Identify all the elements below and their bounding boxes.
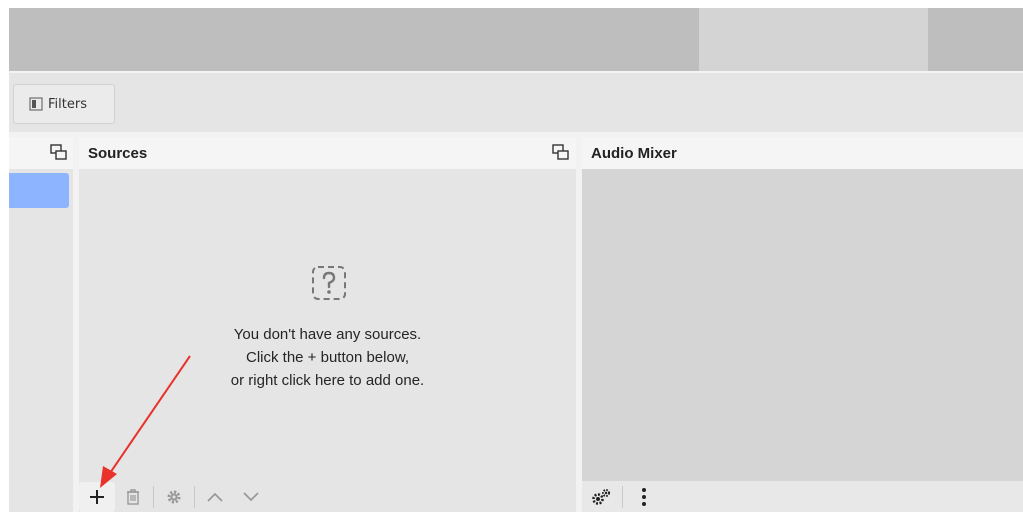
- empty-sources-message: You don't have any sources. Click the + …: [79, 323, 576, 392]
- audio-mixer-area[interactable]: [582, 169, 1023, 481]
- audio-mixer-toolbar: [582, 481, 1023, 512]
- kebab-menu-icon: [642, 487, 646, 506]
- empty-line: or right click here to add one.: [230, 372, 425, 389]
- trash-icon: [127, 489, 139, 505]
- audio-mixer-dock: Audio Mixer: [582, 137, 1023, 512]
- gear-icon: [167, 490, 181, 504]
- toolbar-separator: [194, 486, 195, 508]
- move-source-down-button[interactable]: [233, 482, 269, 512]
- scenes-dock: [9, 137, 73, 512]
- question-mark-icon: [312, 266, 346, 300]
- preview-segment: [699, 8, 928, 71]
- sources-dock: Sources You don't have any sources. Clic…: [79, 137, 576, 512]
- move-source-up-button[interactable]: [197, 482, 233, 512]
- toolbar-separator: [153, 486, 154, 508]
- sources-dock-header: Sources: [79, 137, 576, 169]
- empty-line: You don't have any sources.: [233, 326, 422, 343]
- context-toolbar: Filters: [9, 71, 1023, 132]
- empty-line: Click the + button below,: [245, 349, 409, 366]
- source-properties-button[interactable]: [156, 482, 192, 512]
- sources-toolbar: [79, 482, 576, 512]
- audio-mixer-dock-header: Audio Mixer: [582, 137, 1023, 169]
- advanced-audio-button[interactable]: [582, 482, 620, 512]
- filters-icon: [29, 97, 43, 111]
- chevron-up-icon: [207, 492, 223, 502]
- audio-mixer-title: Audio Mixer: [591, 145, 677, 162]
- add-source-button[interactable]: [79, 482, 115, 512]
- remove-source-button[interactable]: [115, 482, 151, 512]
- gears-icon: [592, 488, 610, 505]
- undock-icon[interactable]: [552, 144, 570, 162]
- plus-icon: [90, 490, 104, 504]
- scenes-dock-header: [9, 137, 73, 169]
- toolbar-separator: [622, 485, 623, 508]
- preview-bar: [9, 8, 1023, 71]
- filters-label: Filters: [48, 96, 87, 112]
- sources-title: Sources: [88, 145, 148, 162]
- chevron-down-icon: [243, 492, 259, 502]
- filters-button[interactable]: Filters: [13, 84, 115, 124]
- mixer-menu-button[interactable]: [625, 482, 663, 512]
- scene-item-selected[interactable]: [9, 173, 69, 208]
- undock-icon[interactable]: [50, 144, 68, 162]
